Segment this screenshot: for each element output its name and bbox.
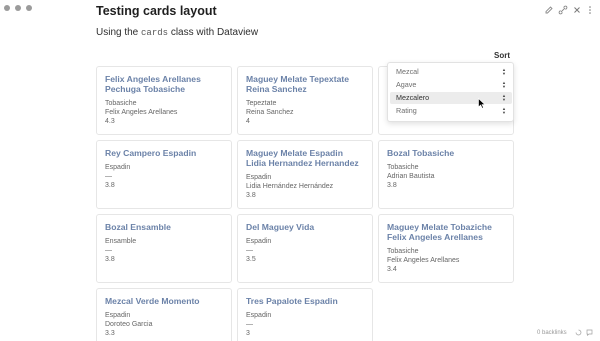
sort-arrows-icon: ▲ ▼ [502, 80, 506, 89]
edit-icon[interactable] [544, 5, 554, 15]
sort-label[interactable]: Sort [494, 51, 510, 60]
sort-option-label: Mezcal [396, 67, 419, 76]
card-mezcalero: — [246, 247, 253, 254]
card-agave: Espadin [105, 312, 131, 319]
close-icon[interactable] [572, 5, 582, 15]
card[interactable]: Tres Papalote Espadin Espadin — 3 [237, 288, 373, 341]
card-agave: Tobasiche [105, 100, 137, 107]
card-title[interactable]: Del Maguey Vida [246, 222, 364, 232]
window-close-dot[interactable] [4, 5, 10, 11]
card-title[interactable]: Rey Campero Espadin [105, 148, 223, 158]
sort-option-label: Agave [396, 80, 417, 89]
sort-option-mezcalero[interactable]: Mezcalero ▲ ▼ [390, 92, 512, 104]
sort-arrows-icon: ▲ ▼ [502, 106, 506, 115]
card-rating: 3.3 [105, 330, 115, 337]
card-agave: Espadin [246, 238, 272, 245]
document-title: Testing cards layout [96, 4, 217, 18]
card-agave: Espadin [105, 164, 131, 171]
backlinks-count[interactable]: 0 backlinks [537, 330, 567, 336]
sort-arrows-icon: ▲ ▼ [502, 67, 506, 76]
card-rating: 4 [246, 118, 250, 125]
card-title[interactable]: Maguey Melate Tepextate Reina Sanchez [246, 74, 364, 94]
card-rating: 3.8 [246, 192, 256, 199]
card-rating: 4.3 [105, 118, 115, 125]
card-mezcalero: — [105, 247, 112, 254]
card-agave: Tepeztate [246, 100, 277, 107]
card-agave: Espadin [246, 312, 272, 319]
window-minimize-dot[interactable] [15, 5, 21, 11]
backlinks-icon[interactable] [575, 329, 582, 336]
card-title[interactable]: Mezcal Verde Momento [105, 296, 223, 306]
card-mezcalero: Adrian Bautista [387, 173, 435, 180]
card[interactable]: Maguey Melate Tobaziche Felix Angeles Ar… [378, 214, 514, 283]
card[interactable]: Del Maguey Vida Espadin — 3.5 [237, 214, 373, 283]
card-title[interactable]: Tres Papalote Espadin [246, 296, 364, 306]
card-rating: 3.5 [246, 256, 256, 263]
subtitle-prefix: Using the [96, 27, 142, 38]
card-agave: Ensamble [105, 238, 137, 245]
card-title[interactable]: Bozal Tobasiche [387, 148, 505, 158]
card[interactable]: Rey Campero Espadin Espadin — 3.8 [96, 140, 232, 209]
card-title[interactable]: Bozal Ensamble [105, 222, 223, 232]
title-bar: Testing cards layout [0, 0, 600, 24]
card-mezcalero: Reina Sanchez [246, 109, 294, 116]
page-subtitle: Using the cards class with Dataview [96, 27, 258, 38]
card-mezcalero: Felix Angeles Arellanes [387, 257, 460, 264]
subtitle-code: cards [141, 28, 169, 38]
more-icon[interactable] [585, 5, 595, 15]
card[interactable]: Bozal Ensamble Ensamble — 3.8 [96, 214, 232, 283]
link-icon[interactable] [558, 5, 568, 15]
card[interactable]: Maguey Melate Espadin Lidia Hernandez He… [237, 140, 373, 209]
card[interactable]: Bozal Tobasiche Tobasiche Adrian Bautist… [378, 140, 514, 209]
card-mezcalero: — [246, 321, 253, 328]
card-rating: 3.8 [105, 182, 115, 189]
card-agave: Tobasiche [387, 248, 419, 255]
subtitle-suffix: class with Dataview [168, 27, 259, 38]
card-mezcalero: Felix Angeles Arellanes [105, 109, 178, 116]
sort-option-agave[interactable]: Agave ▲ ▼ [390, 79, 512, 91]
window-zoom-dot[interactable] [26, 5, 32, 11]
card-rating: 3.4 [387, 266, 397, 273]
sort-option-label: Mezcalero [396, 93, 430, 102]
card[interactable]: Felix Angeles Arellanes Pechuga Tobasich… [96, 66, 232, 135]
card-agave: Tobasiche [387, 164, 419, 171]
sort-option-label: Rating [396, 106, 417, 115]
chat-icon[interactable] [586, 329, 593, 336]
card-title[interactable]: Maguey Melate Tobaziche Felix Angeles Ar… [387, 222, 505, 242]
sort-option-mezcal[interactable]: Mezcal ▲ ▼ [390, 66, 512, 78]
card-mezcalero: Lidia Hernández Hernández [246, 183, 334, 190]
card-rating: 3.8 [105, 256, 115, 263]
card[interactable]: Mezcal Verde Momento Espadin Doroteo Gar… [96, 288, 232, 341]
card-mezcalero: Doroteo Garcia [105, 321, 153, 328]
card-title[interactable]: Felix Angeles Arellanes Pechuga Tobasich… [105, 74, 223, 94]
sort-dropdown[interactable]: Mezcal ▲ ▼ Agave ▲ ▼ Mezcalero ▲ ▼ Rating ▲… [387, 62, 514, 122]
card-rating: 3 [246, 330, 250, 337]
sort-arrows-icon: ▲ ▼ [502, 93, 506, 102]
mouse-cursor-icon [478, 98, 486, 109]
card-rating: 3.8 [387, 182, 397, 189]
card[interactable]: Maguey Melate Tepextate Reina Sanchez Te… [237, 66, 373, 135]
card-title[interactable]: Maguey Melate Espadin Lidia Hernandez He… [246, 148, 364, 168]
sort-option-rating[interactable]: Rating ▲ ▼ [390, 105, 512, 117]
card-agave: Espadin [246, 174, 272, 181]
card-mezcalero: — [105, 173, 112, 180]
